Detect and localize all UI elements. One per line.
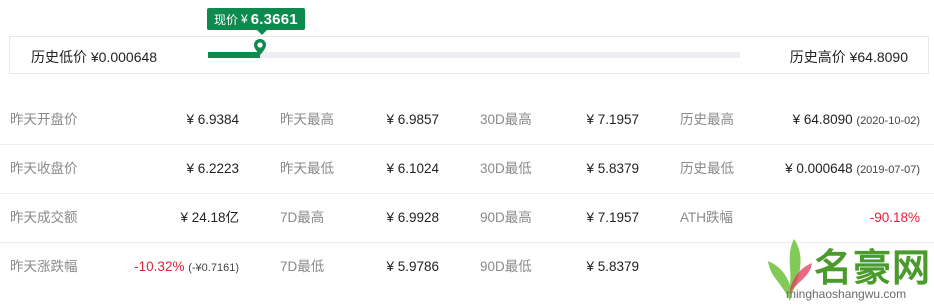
stat-value-with-change: -10.32% (-¥0.7161)	[134, 243, 239, 291]
ath-drawdown-value: -90.18%	[869, 210, 920, 225]
stat-value: ¥ 5.9786	[386, 259, 439, 274]
location-pin-icon	[254, 39, 267, 55]
currency-symbol: ¥	[241, 12, 248, 26]
stat-value: ¥ 0.000648	[785, 161, 853, 176]
stat-value: ¥ 7.1957	[586, 210, 639, 225]
stat-key: 昨天收盘价	[10, 161, 78, 176]
stat-key: 历史最高	[680, 112, 734, 127]
stat-date: (2020-10-02)	[856, 115, 920, 127]
price-range-box: 历史低价 ¥0.000648 历史高价 ¥64.8090	[9, 36, 929, 74]
stat-key: ATH跌幅	[680, 210, 733, 225]
stat-value: ¥ 6.9928	[386, 210, 439, 225]
stats-table: 昨天开盘价 ¥ 6.9384 昨天最高 ¥ 6.9857 30D最高 ¥ 7.1…	[0, 96, 934, 291]
table-row: 昨天开盘价 ¥ 6.9384 昨天最高 ¥ 6.9857 30D最高 ¥ 7.1…	[0, 96, 934, 145]
stat-key: 昨天成交额	[10, 210, 78, 225]
table-row: 昨天成交额 ¥ 24.18亿 7D最高 ¥ 6.9928 90D最高 ¥ 7.1…	[0, 194, 934, 243]
stat-key: 昨天最高	[280, 112, 334, 127]
stat-key: 30D最低	[480, 161, 532, 176]
stat-key: 昨天最低	[280, 161, 334, 176]
historical-high-label: 历史高价 ¥64.8090	[789, 49, 908, 65]
stat-key: 昨天涨跌幅	[10, 259, 78, 274]
stat-value: ¥ 24.18亿	[180, 210, 239, 225]
stat-key: 30D最高	[480, 112, 532, 127]
stat-value-with-date: ¥ 64.8090 (2020-10-02)	[793, 96, 920, 144]
stat-key: 历史最低	[680, 161, 734, 176]
stat-value: ¥ 5.8379	[586, 259, 639, 274]
stat-change-amount: (-¥0.7161)	[188, 262, 239, 274]
stat-date: (2019-07-07)	[856, 164, 920, 176]
table-row: 昨天收盘价 ¥ 6.2223 昨天最低 ¥ 6.1024 30D最低 ¥ 5.8…	[0, 145, 934, 194]
stat-value-with-date: ¥ 0.000648 (2019-07-07)	[785, 145, 920, 193]
stat-key: 昨天开盘价	[10, 112, 78, 127]
stat-key: 7D最低	[280, 259, 325, 274]
table-row: 昨天涨跌幅 -10.32% (-¥0.7161) 7D最低 ¥ 5.9786 9…	[0, 243, 934, 291]
stat-value: -10.32%	[134, 259, 185, 274]
stat-value: ¥ 64.8090	[792, 112, 853, 127]
current-price-value: 6.3661	[250, 10, 298, 28]
historical-low-label: 历史低价 ¥0.000648	[31, 49, 158, 65]
stat-key: 7D最高	[280, 210, 325, 225]
current-price-label: 现价	[214, 12, 239, 27]
current-price-badge: 现价 ¥ 6.3661	[207, 8, 305, 35]
price-range-track	[208, 39, 740, 58]
stat-key: 90D最高	[480, 210, 532, 225]
stat-value: ¥ 6.1024	[386, 161, 439, 176]
stat-key: 90D最低	[480, 259, 532, 274]
stat-value: ¥ 6.2223	[186, 161, 239, 176]
stat-value: ¥ 5.8379	[586, 161, 639, 176]
stat-value: ¥ 6.9857	[386, 112, 439, 127]
stat-value: ¥ 6.9384	[186, 112, 239, 127]
stat-value: ¥ 7.1957	[586, 112, 639, 127]
